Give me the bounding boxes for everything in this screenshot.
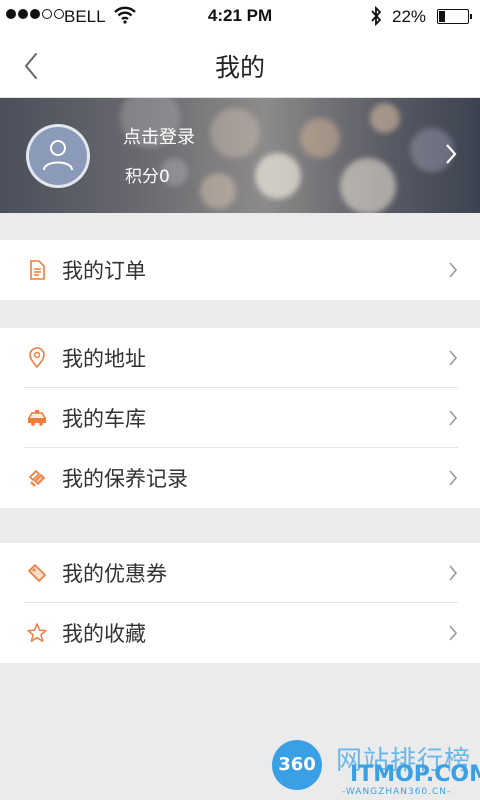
chevron-right-icon (444, 142, 458, 170)
chevron-right-icon (448, 409, 458, 431)
battery-percent: 22% (392, 7, 427, 26)
chevron-right-icon (448, 261, 458, 283)
menu-item-coupons[interactable]: 我的优惠券 (0, 543, 480, 603)
coupon-tag-icon (26, 562, 48, 584)
wrench-icon (26, 467, 48, 489)
watermark: 360 网站排行榜 ITMOP.COM -WANGZHAN360.CN- (272, 738, 480, 800)
back-button[interactable] (18, 48, 48, 84)
bluetooth-icon (370, 5, 382, 31)
star-icon (26, 622, 48, 644)
menu-item-orders[interactable]: 我的订单 (0, 240, 480, 300)
watermark-logo: 360 (272, 740, 322, 790)
menu-item-label: 我的优惠券 (62, 562, 167, 586)
chevron-right-icon (448, 624, 458, 646)
signal-strength-icon (6, 9, 64, 19)
location-pin-icon (26, 347, 48, 369)
menu-item-label: 我的保养记录 (62, 467, 188, 491)
avatar[interactable] (26, 124, 90, 188)
chevron-right-icon (448, 469, 458, 491)
menu-item-address[interactable]: 我的地址 (0, 328, 480, 388)
watermark-subtitle: -WANGZHAN360.CN- (342, 787, 452, 797)
battery-icon (437, 9, 472, 24)
watermark-site: ITMOP.COM (350, 762, 480, 787)
user-icon (43, 140, 73, 171)
menu-group-orders: 我的订单 (0, 240, 480, 300)
menu-item-label: 我的车库 (62, 407, 146, 431)
page-title: 我的 (214, 53, 265, 82)
login-link[interactable]: 点击登录 (123, 123, 195, 149)
points-label: 积分0 (125, 167, 170, 187)
menu-group-vehicle: 我的地址 我的车库 我的保养记录 (0, 328, 480, 508)
menu-item-favorites[interactable]: 我的收藏 (0, 603, 480, 663)
document-icon (26, 259, 48, 281)
car-icon (26, 407, 48, 429)
menu-group-benefits: 我的优惠券 我的收藏 (0, 543, 480, 663)
menu-item-maintenance-records[interactable]: 我的保养记录 (0, 448, 480, 508)
profile-login-banner[interactable]: 点击登录 积分0 (0, 98, 480, 213)
menu-item-garage[interactable]: 我的车库 (0, 388, 480, 448)
menu-item-label: 我的地址 (62, 347, 146, 371)
navigation-bar: 我的 (0, 34, 480, 98)
status-bar: BELL 4:21 PM 22% (0, 0, 480, 34)
carrier-name: BELL (64, 7, 106, 26)
menu-item-label: 我的收藏 (62, 622, 146, 646)
chevron-right-icon (448, 564, 458, 586)
menu-item-label: 我的订单 (62, 259, 146, 283)
wifi-icon (114, 6, 136, 29)
chevron-right-icon (448, 349, 458, 371)
